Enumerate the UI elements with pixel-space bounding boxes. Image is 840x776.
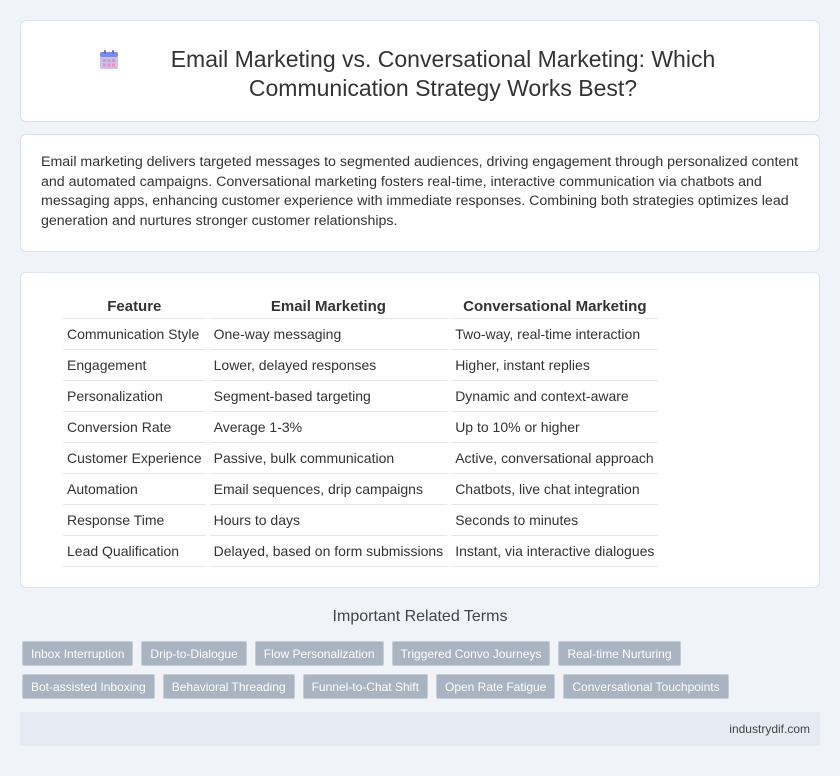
feature-cell: Engagement <box>63 350 206 381</box>
table-row: Customer Experience Passive, bulk commun… <box>63 443 659 474</box>
conversational-cell: Chatbots, live chat integration <box>451 474 659 505</box>
related-term-tag[interactable]: Real-time Nurturing <box>558 641 681 666</box>
conversational-cell: Seconds to minutes <box>451 505 659 536</box>
header-feature: Feature <box>63 295 206 319</box>
feature-cell: Communication Style <box>63 319 206 350</box>
table-row: Personalization Segment-based targeting … <box>63 381 659 412</box>
table-row: Conversion Rate Average 1-3% Up to 10% o… <box>63 412 659 443</box>
feature-cell: Customer Experience <box>63 443 206 474</box>
email-cell: Segment-based targeting <box>209 381 448 412</box>
comparison-table: Feature Email Marketing Conversational M… <box>59 295 662 567</box>
related-term-tag[interactable]: Drip-to-Dialogue <box>141 641 247 666</box>
header-card: Email Marketing vs. Conversational Marke… <box>20 20 820 122</box>
feature-cell: Conversion Rate <box>63 412 206 443</box>
email-cell: Hours to days <box>209 505 448 536</box>
conversational-cell: Instant, via interactive dialogues <box>451 536 659 567</box>
table-row: Engagement Lower, delayed responses High… <box>63 350 659 381</box>
footer: industrydif.com <box>20 712 820 746</box>
feature-cell: Lead Qualification <box>63 536 206 567</box>
conversational-cell: Higher, instant replies <box>451 350 659 381</box>
feature-cell: Automation <box>63 474 206 505</box>
conversational-cell: Active, conversational approach <box>451 443 659 474</box>
comparison-table-card: Feature Email Marketing Conversational M… <box>20 272 820 588</box>
header-email-marketing: Email Marketing <box>209 295 448 319</box>
table-row: Communication Style One-way messaging Tw… <box>63 319 659 350</box>
related-term-tag[interactable]: Behavioral Threading <box>162 674 295 699</box>
related-term-tag[interactable]: Inbox Interruption <box>22 641 134 666</box>
related-terms-title: Important Related Terms <box>332 608 508 625</box>
email-cell: Average 1-3% <box>209 412 448 443</box>
email-cell: Delayed, based on form submissions <box>209 536 448 567</box>
email-cell: Lower, delayed responses <box>209 350 448 381</box>
feature-cell: Response Time <box>63 505 206 536</box>
conversational-cell: Two-way, real-time interaction <box>451 319 659 350</box>
table-header-row: Feature Email Marketing Conversational M… <box>63 295 659 319</box>
related-term-tag[interactable]: Funnel-to-Chat Shift <box>302 674 428 699</box>
email-cell: Email sequences, drip campaigns <box>209 474 448 505</box>
email-cell: Passive, bulk communication <box>209 443 448 474</box>
related-term-tag[interactable]: Bot-assisted Inboxing <box>22 674 155 699</box>
conversational-cell: Dynamic and context-aware <box>451 381 659 412</box>
summary-card: Email marketing delivers targeted messag… <box>20 134 820 252</box>
email-cell: One-way messaging <box>209 319 448 350</box>
related-term-tag[interactable]: Conversational Touchpoints <box>563 674 729 699</box>
related-terms-tags: Inbox Interruption Drip-to-Dialogue Flow… <box>22 641 812 699</box>
header-conversational-marketing: Conversational Marketing <box>451 295 659 319</box>
summary-text: Email marketing delivers targeted messag… <box>41 154 799 229</box>
table-row: Lead Qualification Delayed, based on for… <box>63 536 659 567</box>
conversational-cell: Up to 10% or higher <box>451 412 659 443</box>
table-row: Response Time Hours to days Seconds to m… <box>63 505 659 536</box>
footer-site-link[interactable]: industrydif.com <box>729 722 810 736</box>
calendar-icon <box>100 50 118 69</box>
page-title: Email Marketing vs. Conversational Marke… <box>170 46 716 101</box>
related-term-tag[interactable]: Open Rate Fatigue <box>435 674 556 699</box>
related-term-tag[interactable]: Flow Personalization <box>254 641 384 666</box>
table-row: Automation Email sequences, drip campaig… <box>63 474 659 505</box>
related-term-tag[interactable]: Triggered Convo Journeys <box>391 641 551 666</box>
feature-cell: Personalization <box>63 381 206 412</box>
